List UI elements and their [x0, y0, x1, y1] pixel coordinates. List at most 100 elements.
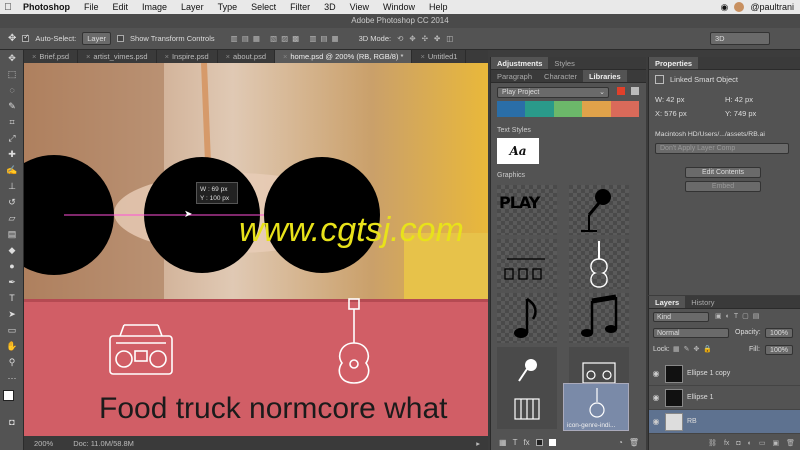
hand-tool-icon[interactable]: ✋	[0, 338, 24, 354]
menu-type[interactable]: Type	[211, 2, 245, 12]
creative-cloud-icon[interactable]: ◉	[720, 2, 728, 13]
graphic-eighth-note[interactable]	[497, 293, 557, 343]
lasso-tool-icon[interactable]: ◌	[0, 82, 24, 98]
pen-tool-icon[interactable]: ✒	[0, 274, 24, 290]
adjustment-layer-icon[interactable]: ◐	[748, 440, 752, 447]
sync-icon[interactable]: ◔	[618, 438, 623, 447]
headline-text[interactable]: Food truck normcore what	[99, 392, 448, 425]
tab-adjustments[interactable]: Adjustments	[491, 57, 549, 69]
graphic-music-icons[interactable]	[497, 239, 557, 289]
edit-contents-button[interactable]: Edit Contents	[685, 167, 761, 178]
3d-dropdown[interactable]: 3D	[710, 32, 770, 45]
close-icon[interactable]: ×	[420, 52, 424, 61]
h-value[interactable]: 42 px	[735, 95, 753, 104]
menu-edit[interactable]: Edit	[106, 2, 136, 12]
layer-row[interactable]: ◉ Ellipse 1	[649, 386, 800, 410]
shape-tool-icon[interactable]: ▭	[0, 322, 24, 338]
history-brush-icon[interactable]: ↺	[0, 194, 24, 210]
graphic-piano[interactable]	[497, 389, 557, 429]
status-arrow-icon[interactable]: ▸	[476, 439, 480, 448]
embed-button[interactable]: Embed	[685, 181, 761, 192]
swatch-3[interactable]	[553, 101, 583, 117]
foreground-color[interactable]	[3, 390, 14, 401]
brush-tool-icon[interactable]: ✍	[0, 162, 24, 178]
layer-row-selected[interactable]: ◉ RB	[649, 410, 800, 434]
filter-icons[interactable]: ▣◐T▢▤	[715, 312, 763, 320]
close-icon[interactable]: ×	[86, 52, 90, 61]
trash-icon[interactable]: 🗑	[629, 438, 639, 447]
doc-size[interactable]: Doc: 11.0M/58.8M	[73, 439, 134, 448]
close-icon[interactable]: ×	[32, 52, 36, 61]
tab-styles[interactable]: Styles	[548, 57, 580, 69]
type-tool-icon[interactable]: T	[0, 290, 24, 306]
y-value[interactable]: 749 px	[734, 109, 757, 118]
x-value[interactable]: 576 px	[664, 109, 687, 118]
layer-name[interactable]: Ellipse 1	[687, 394, 713, 401]
add-fill-color-icon[interactable]	[535, 438, 543, 446]
eyedropper-tool-icon[interactable]: ⤢	[0, 130, 24, 146]
menu-layer[interactable]: Layer	[174, 2, 211, 12]
tab-history[interactable]: History	[685, 296, 720, 308]
tab-home[interactable]: × home.psd @ 200% (RB, RGB/8) *	[275, 50, 413, 63]
menu-file[interactable]: File	[77, 2, 106, 12]
opacity-input[interactable]: 100%	[765, 328, 793, 338]
library-dropdown[interactable]: Play Project ⌄	[497, 87, 609, 98]
visibility-eye-icon[interactable]: ◉	[649, 417, 663, 426]
tab-brief[interactable]: × Brief.psd	[24, 50, 78, 63]
visibility-eye-icon[interactable]: ◉	[649, 393, 663, 402]
link-layers-icon[interactable]: ⛓	[708, 439, 717, 447]
close-icon[interactable]: ×	[165, 52, 169, 61]
user-name[interactable]: @paultrani	[750, 2, 794, 12]
crop-tool-icon[interactable]: ⌗	[0, 114, 24, 130]
add-stroke-color-icon[interactable]	[548, 438, 556, 446]
quick-mask-icon[interactable]: ◘	[0, 414, 24, 430]
auto-select-dropdown[interactable]: Layer	[82, 32, 112, 45]
tab-libraries[interactable]: Libraries	[582, 70, 627, 82]
move-tool-icon[interactable]: ✥	[0, 50, 24, 66]
zoom-tool-icon[interactable]: ⚲	[0, 354, 24, 370]
swatch-1[interactable]	[497, 101, 526, 117]
w-value[interactable]: 42 px	[666, 95, 684, 104]
layer-name[interactable]: RB	[687, 418, 697, 425]
swatch-4[interactable]	[582, 101, 611, 117]
text-style-sample[interactable]: Aa	[497, 138, 539, 164]
move-tool-icon[interactable]: ✥	[8, 33, 16, 44]
blur-tool-icon[interactable]: ◆	[0, 242, 24, 258]
layer-filter-dropdown[interactable]: Kind	[653, 312, 709, 322]
layer-name[interactable]: Ellipse 1 copy	[687, 370, 730, 377]
graphic-guitar-selected[interactable]: icon-genre-indi...	[563, 383, 629, 431]
graphic-microphone[interactable]	[569, 185, 629, 235]
graphic-play-logo[interactable]: PLAY	[497, 185, 557, 235]
transform-controls-checkbox[interactable]	[117, 35, 125, 42]
close-icon[interactable]: ×	[226, 52, 230, 61]
gradient-tool-icon[interactable]: ▤	[0, 226, 24, 242]
menu-select[interactable]: Select	[244, 2, 283, 12]
healing-tool-icon[interactable]: ✚	[0, 146, 24, 162]
tab-layers[interactable]: Layers	[649, 296, 686, 308]
delete-layer-icon[interactable]: 🗑	[786, 439, 795, 447]
zoom-level[interactable]: 200%	[34, 439, 53, 448]
path-select-tool-icon[interactable]: ➤	[0, 306, 24, 322]
fill-input[interactable]: 100%	[765, 345, 793, 355]
swatch-2[interactable]	[525, 101, 554, 117]
menu-help[interactable]: Help	[422, 2, 455, 12]
marquee-tool-icon[interactable]: ⬚	[0, 66, 24, 82]
group-icon[interactable]: ▭	[759, 439, 766, 447]
menu-window[interactable]: Window	[376, 2, 422, 12]
more-tools-icon[interactable]: ···	[0, 370, 24, 386]
tab-inspire[interactable]: × Inspire.psd	[157, 50, 218, 63]
add-text-style-icon[interactable]: T	[513, 438, 518, 447]
menu-3d[interactable]: 3D	[317, 2, 343, 12]
tab-paragraph[interactable]: Paragraph	[491, 70, 538, 82]
menu-image[interactable]: Image	[135, 2, 174, 12]
apple-icon[interactable]: 	[0, 2, 16, 13]
menu-app[interactable]: Photoshop	[16, 2, 77, 12]
tab-about[interactable]: × about.psd	[218, 50, 275, 63]
3d-mode-icons[interactable]: ⟲✥✣✤◫	[397, 34, 459, 43]
new-layer-icon[interactable]: ▣	[772, 439, 779, 447]
add-graphic-icon[interactable]: ▦	[499, 438, 507, 447]
mask-icon[interactable]: ◘	[736, 440, 740, 447]
layer-row[interactable]: ◉ Ellipse 1 copy	[649, 362, 800, 386]
quick-select-tool-icon[interactable]: ✎	[0, 98, 24, 114]
visibility-eye-icon[interactable]: ◉	[649, 369, 663, 378]
